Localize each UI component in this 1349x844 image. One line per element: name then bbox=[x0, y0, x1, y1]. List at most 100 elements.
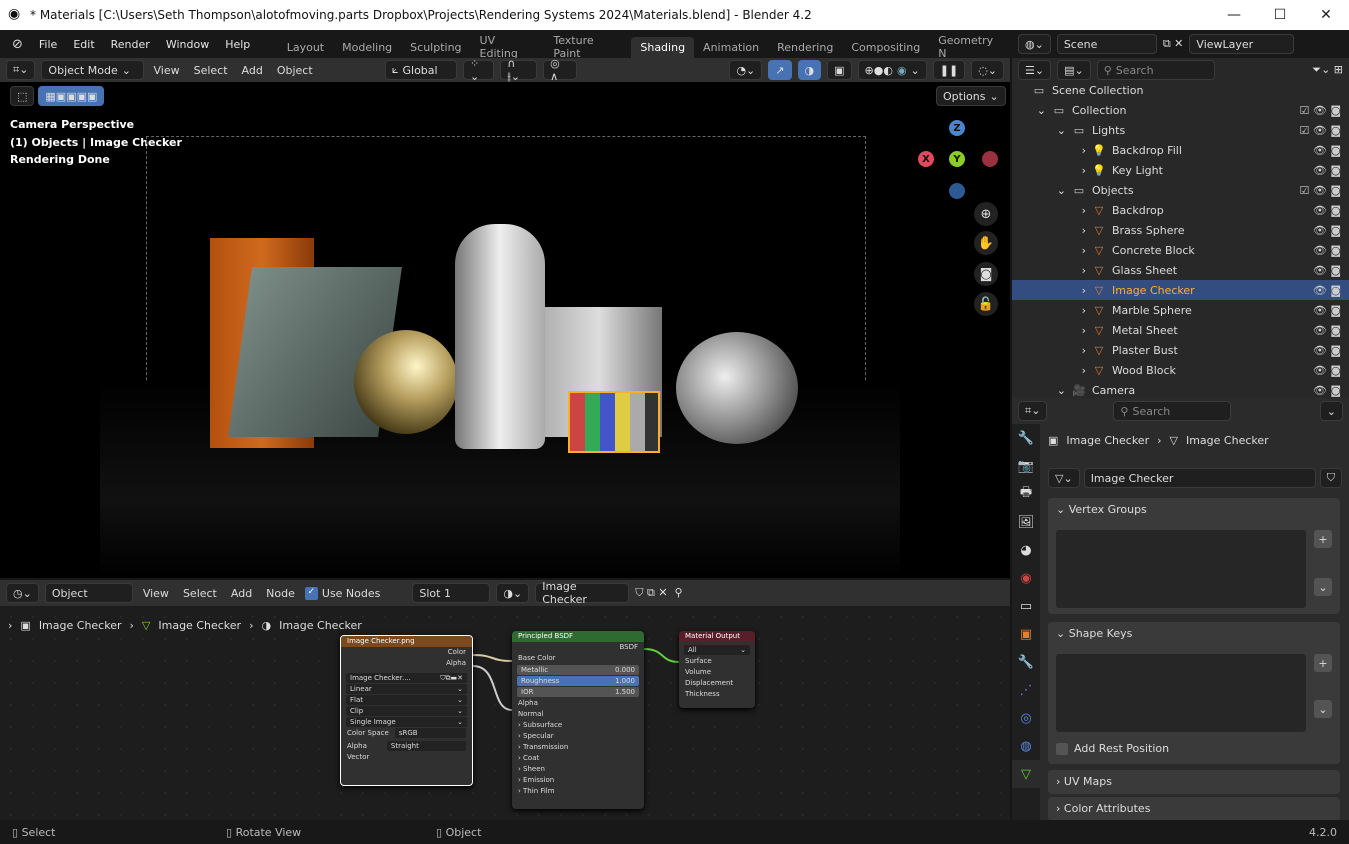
particles-tab-icon[interactable]: ⋰ bbox=[1012, 676, 1040, 704]
scene-icon[interactable]: ◍⌄ bbox=[1018, 34, 1051, 54]
image-texture-node[interactable]: Image Checker.png Color Alpha Image Chec… bbox=[340, 635, 473, 786]
metallic-field[interactable]: Metallic 0.000 bbox=[517, 665, 639, 675]
tab-layout[interactable]: Layout bbox=[278, 37, 333, 58]
menu-icon[interactable]: ⌄ bbox=[1314, 700, 1332, 718]
image-checker-object[interactable] bbox=[568, 391, 660, 453]
color-attributes-panel[interactable]: › Color Attributes bbox=[1048, 797, 1340, 821]
slot-select[interactable]: Slot 1 bbox=[412, 583, 491, 603]
visibility-toggles[interactable]: 👁 ◙ bbox=[1313, 264, 1341, 277]
tab-shading[interactable]: Shading bbox=[631, 36, 695, 58]
pan-hand-icon[interactable]: ✋ bbox=[974, 231, 998, 255]
pause-render-icon[interactable]: ❚❚ bbox=[932, 60, 966, 80]
tab-compositing[interactable]: Compositing bbox=[842, 37, 929, 58]
visibility-toggles[interactable]: ☑ 👁 ◙ bbox=[1300, 184, 1342, 197]
ior-field[interactable]: IOR 1.500 bbox=[517, 687, 639, 697]
expand-icon[interactable]: › bbox=[1012, 324, 1092, 337]
extension-select[interactable]: Clip ⌄ bbox=[346, 706, 467, 716]
physics-tab-icon[interactable]: ◎ bbox=[1012, 704, 1040, 732]
material-browse-icon[interactable]: ◑⌄ bbox=[496, 583, 530, 603]
panel-header[interactable]: ⌄ Vertex Groups bbox=[1048, 498, 1340, 522]
tab-rendering[interactable]: Rendering bbox=[768, 37, 842, 58]
zoom-icon[interactable]: ⊕ bbox=[974, 202, 998, 226]
menu-select[interactable]: Select bbox=[179, 587, 221, 600]
menu-add[interactable]: Add bbox=[227, 587, 256, 600]
outliner-item[interactable]: ⌄ 🎥 Camera 👁 ◙ bbox=[1012, 380, 1349, 400]
principled-bsdf-node[interactable]: Principled BSDF BSDF Base Color Metallic… bbox=[512, 631, 644, 809]
outliner-item[interactable]: ▭ Scene Collection bbox=[1012, 80, 1349, 100]
menu-file[interactable]: File bbox=[31, 38, 65, 51]
bsdf-panel[interactable]: › Coat bbox=[512, 753, 644, 764]
visibility-toggles[interactable]: ☑ 👁 ◙ bbox=[1300, 124, 1342, 137]
fake-user-icon[interactable]: ⛉ bbox=[1319, 468, 1342, 488]
outliner-item[interactable]: › ▽ Concrete Block 👁 ◙ bbox=[1012, 240, 1349, 260]
expand-icon[interactable]: ⌄ bbox=[1012, 384, 1072, 397]
3d-viewport[interactable]: ⬚ ▦▣▣▣▣ Options ⌄ Camera Perspective (1) … bbox=[0, 82, 1010, 578]
outliner-item[interactable]: › ▽ Plaster Bust 👁 ◙ bbox=[1012, 340, 1349, 360]
menu-node[interactable]: Node bbox=[262, 587, 299, 600]
roughness-field[interactable]: Roughness 1.000 bbox=[517, 676, 639, 686]
view-layer-tab-icon[interactable]: 🖼 bbox=[1012, 508, 1040, 536]
constraints-tab-icon[interactable]: ◍ bbox=[1012, 732, 1040, 760]
image-select[interactable]: Image Checker.... ⛉⧉▬✕ bbox=[346, 673, 467, 683]
scene-field[interactable]: Scene bbox=[1056, 34, 1157, 54]
visibility-toggles[interactable]: 👁 ◙ bbox=[1313, 284, 1341, 297]
options-dropdown[interactable]: ⌄ bbox=[1319, 401, 1343, 421]
expand-icon[interactable]: › bbox=[1012, 284, 1092, 297]
outliner-item[interactable]: ⌄ ▭ Collection ☑ 👁 ◙ bbox=[1012, 100, 1349, 120]
gizmo-toggle-icon[interactable]: ↗ bbox=[768, 60, 792, 80]
scene-tab-icon[interactable]: ◕ bbox=[1012, 536, 1040, 564]
display-mode-icon[interactable]: ☰⌄ bbox=[1018, 60, 1052, 80]
color-space-select[interactable]: sRGB bbox=[394, 728, 466, 738]
minimize-button[interactable]: — bbox=[1211, 0, 1257, 30]
object-tab-icon[interactable]: ▣ bbox=[1012, 620, 1040, 648]
shape-keys-list[interactable] bbox=[1056, 654, 1306, 732]
panel-header[interactable]: ⌄ Shape Keys bbox=[1048, 622, 1340, 646]
uv-maps-panel[interactable]: › UV Maps bbox=[1048, 770, 1340, 794]
expand-icon[interactable]: › bbox=[1012, 304, 1092, 317]
bsdf-panel[interactable]: › Specular bbox=[512, 731, 644, 742]
visibility-icon[interactable]: ◔⌄ bbox=[729, 60, 763, 80]
mesh-browse-icon[interactable]: ▽⌄ bbox=[1048, 468, 1080, 488]
use-nodes-checkbox[interactable]: ✓ Use Nodes bbox=[304, 586, 380, 600]
visibility-toggles[interactable]: ☑ 👁 ◙ bbox=[1300, 104, 1342, 117]
shading-modes[interactable]: ⊕●◐ ◉ ⌄ bbox=[857, 60, 927, 80]
blender-menu-icon[interactable]: ⊘ bbox=[0, 37, 31, 52]
material-name-field[interactable]: Image Checker bbox=[535, 580, 630, 606]
gizmo-neg-z[interactable] bbox=[949, 183, 965, 199]
view-layer-field[interactable]: ViewLayer bbox=[1189, 34, 1295, 54]
visibility-toggles[interactable]: 👁 ◙ bbox=[1313, 244, 1341, 257]
editor-type-icon[interactable]: ⌗⌄ bbox=[1018, 401, 1048, 421]
filter-icon[interactable]: ⏷⌄ ⊞ bbox=[1312, 63, 1343, 77]
target-select[interactable]: All ⌄ bbox=[684, 645, 750, 655]
visibility-toggles[interactable]: 👁 ◙ bbox=[1313, 324, 1341, 337]
bsdf-panel[interactable]: › Thin Film bbox=[512, 786, 644, 797]
outliner-search[interactable]: ⚲ Search bbox=[1096, 60, 1215, 80]
bsdf-panel[interactable]: › Subsurface bbox=[512, 720, 644, 731]
tab-animation[interactable]: Animation bbox=[694, 37, 768, 58]
outliner-item[interactable]: › ▽ Metal Sheet 👁 ◙ bbox=[1012, 320, 1349, 340]
expand-icon[interactable]: › bbox=[1012, 364, 1092, 377]
collection-tab-icon[interactable]: ▭ bbox=[1012, 592, 1040, 620]
menu-view[interactable]: View bbox=[139, 587, 173, 600]
add-icon[interactable]: + bbox=[1314, 530, 1332, 548]
options-button[interactable]: Options ⌄ bbox=[936, 86, 1006, 106]
projection-select[interactable]: Flat ⌄ bbox=[346, 695, 467, 705]
expand-icon[interactable]: › bbox=[1012, 224, 1092, 237]
close-button[interactable]: ✕ bbox=[1303, 0, 1349, 30]
menu-icon[interactable]: ⌄ bbox=[1314, 578, 1332, 596]
expand-icon[interactable]: ⌄ bbox=[1012, 124, 1072, 137]
visibility-toggles[interactable]: 👁 ◙ bbox=[1313, 344, 1341, 357]
visibility-toggles[interactable]: 👁 ◙ bbox=[1313, 304, 1341, 317]
snap-icon[interactable]: ∩ ⫲⌄ bbox=[500, 57, 538, 83]
source-select[interactable]: Single Image ⌄ bbox=[346, 717, 467, 727]
filter-type-icon[interactable]: ▤⌄ bbox=[1057, 60, 1091, 80]
camera-view-icon[interactable]: ◙ bbox=[974, 262, 998, 286]
material-actions[interactable]: ⛉ ⧉ ✕ ⚲ bbox=[635, 586, 682, 600]
tab-sculpting[interactable]: Sculpting bbox=[401, 37, 470, 58]
new-scene-icon[interactable]: ⧉ ✕ bbox=[1163, 37, 1184, 51]
maximize-button[interactable]: ☐ bbox=[1257, 0, 1303, 30]
render-options-icon[interactable]: ◌⌄ bbox=[971, 60, 1005, 80]
modifier-tab-icon[interactable]: 🔧 bbox=[1012, 648, 1040, 676]
expand-icon[interactable]: › bbox=[1012, 204, 1092, 217]
menu-window[interactable]: Window bbox=[158, 38, 217, 51]
